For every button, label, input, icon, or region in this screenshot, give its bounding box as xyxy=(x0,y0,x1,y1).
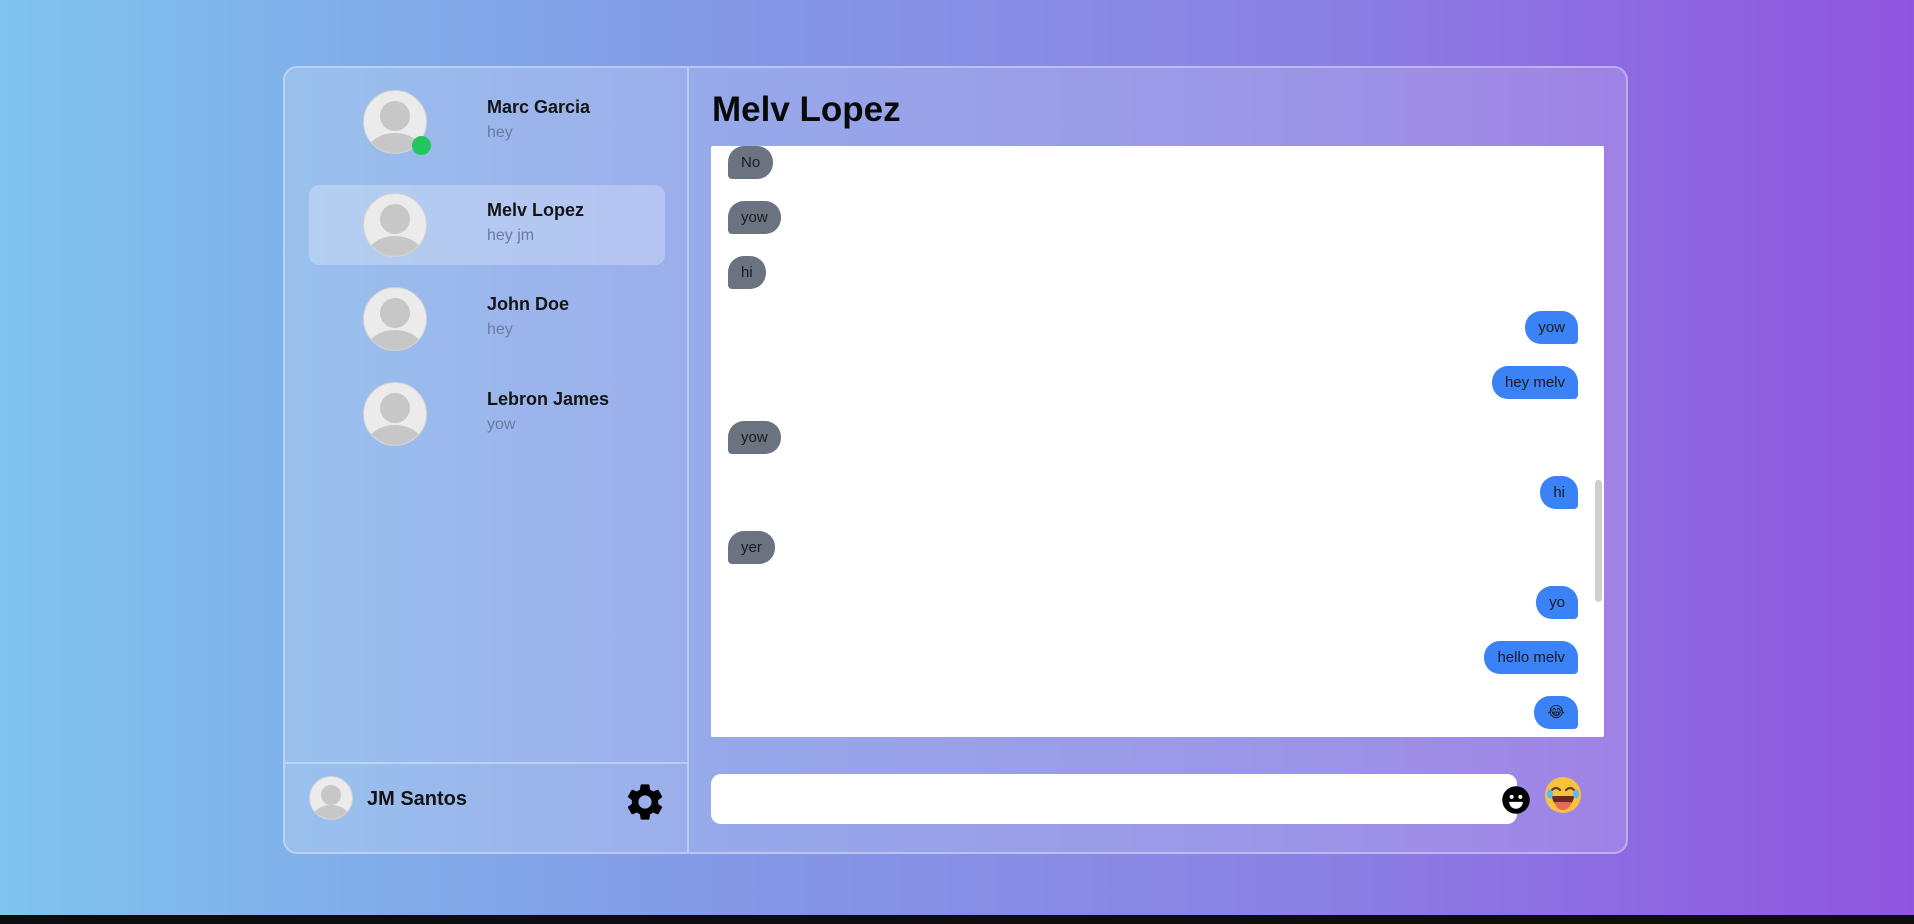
scrollbar-thumb[interactable] xyxy=(1595,480,1602,602)
contact-last-message: hey xyxy=(487,124,513,141)
chat-panel: Melv Lopez No yow hi yow hey melv yow hi… xyxy=(689,68,1626,852)
message-sent: hello melv xyxy=(1484,641,1578,674)
sidebar: Marc Garcia hey Melv Lopez hey jm John D… xyxy=(285,68,689,852)
contact-name: Melv Lopez xyxy=(487,200,585,220)
avatar xyxy=(363,382,427,446)
current-user-name: JM Santos xyxy=(367,788,468,810)
scrollbar[interactable] xyxy=(1595,146,1602,737)
contact-marc-garcia[interactable]: Marc Garcia hey xyxy=(309,82,665,162)
smiley-icon[interactable] xyxy=(1501,785,1531,815)
message-sent: hi xyxy=(1540,476,1578,509)
message-sent: hey melv xyxy=(1491,366,1578,399)
message-received: No xyxy=(728,146,774,179)
contact-name: Lebron James xyxy=(487,389,610,409)
message-sent: yow xyxy=(1525,311,1578,344)
contact-name: John Doe xyxy=(487,294,570,314)
chat-app: Marc Garcia hey Melv Lopez hey jm John D… xyxy=(283,66,1628,854)
message-received: yow xyxy=(728,421,781,454)
bottom-edge xyxy=(0,915,1914,924)
message-composer xyxy=(711,774,1530,824)
message-received: yer xyxy=(728,531,775,564)
laughing-emoji-icon[interactable] xyxy=(1543,775,1583,815)
message-received: hi xyxy=(728,256,766,289)
contact-lebron-james[interactable]: Lebron James yow xyxy=(309,374,665,454)
message-input[interactable] xyxy=(711,774,1471,824)
user-avatar xyxy=(309,776,353,820)
message-received: yow xyxy=(728,201,781,234)
avatar xyxy=(363,287,427,351)
contact-last-message: hey jm xyxy=(487,227,535,244)
avatar xyxy=(363,193,427,257)
contact-name: Marc Garcia xyxy=(487,97,591,117)
gear-icon[interactable] xyxy=(623,780,667,824)
sidebar-footer: JM Santos xyxy=(285,762,687,852)
message-list[interactable]: No yow hi yow hey melv yow hi yer yo hel… xyxy=(711,146,1604,737)
online-status-dot xyxy=(412,136,431,155)
contact-john-doe[interactable]: John Doe hey xyxy=(309,279,665,359)
chat-title: Melv Lopez xyxy=(712,90,901,129)
contact-melv-lopez[interactable]: Melv Lopez hey jm xyxy=(309,185,665,265)
contact-last-message: hey xyxy=(487,321,513,338)
contact-last-message: yow xyxy=(487,416,516,433)
message-sent: yo xyxy=(1536,586,1578,619)
message-sent: 😂 xyxy=(1534,696,1578,729)
